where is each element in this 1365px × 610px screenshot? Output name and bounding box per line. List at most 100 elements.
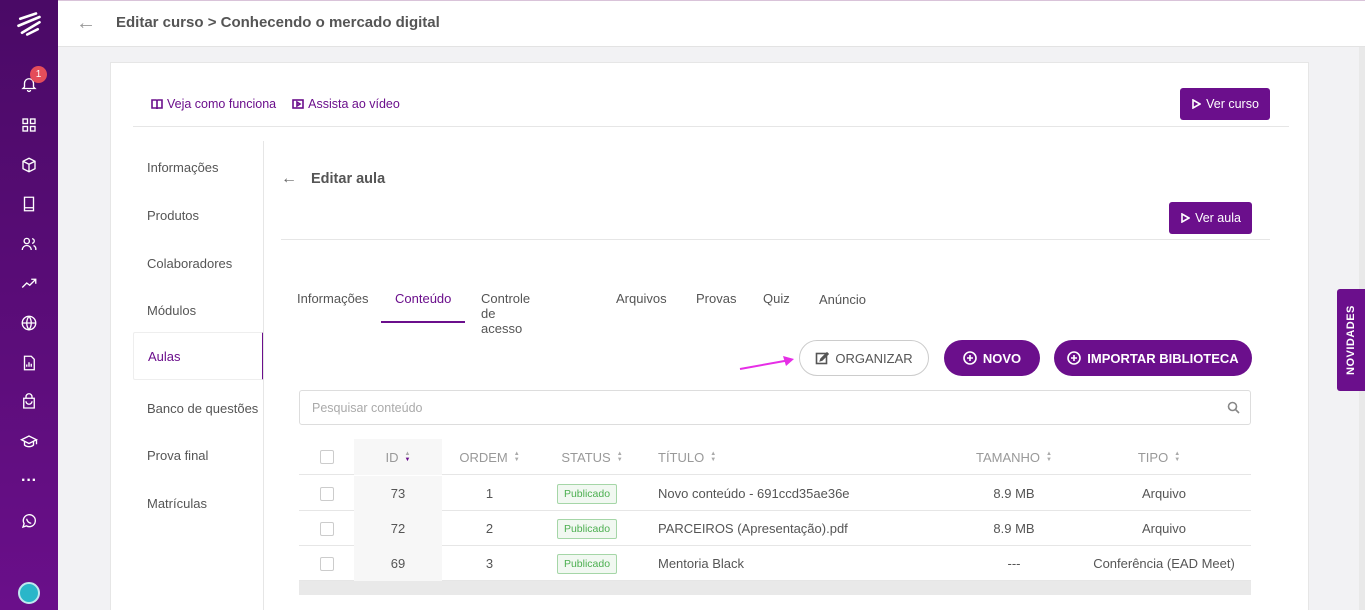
back-arrow-icon[interactable]: ← [76,13,96,33]
status-badge: Publicado [556,518,618,539]
view-lesson-button[interactable]: Ver aula [1169,202,1252,234]
row-checkbox[interactable] [319,556,334,571]
cell-ordem: 2 [485,521,494,536]
col-tamanho-label: TAMANHO [976,449,1041,465]
tab-conteudo[interactable]: Conteúdo [381,285,466,323]
new-button[interactable]: NOVO [944,340,1040,376]
search-box[interactable] [299,390,1251,425]
help-links: Veja como funciona Assista ao vídeo [151,97,400,111]
col-tipo[interactable]: TIPO ▲ ▼ [1079,439,1239,475]
report-icon[interactable] [17,351,41,375]
cell-ordem: 3 [485,556,494,571]
side-item-colaboradores[interactable]: Colaboradores [133,239,264,287]
cell-titulo: Mentoria Black [658,556,744,571]
whatsapp-icon[interactable] [17,509,41,533]
col-id[interactable]: ID ▲ ▼ [354,439,442,475]
cell-id: 73 [354,476,442,511]
side-menu-divider [263,141,264,610]
col-titulo[interactable]: TÍTULO ▲ ▼ [658,439,748,475]
organize-button[interactable]: ORGANIZAR [799,340,929,376]
col-status[interactable]: STATUS ▲ ▼ [537,439,647,475]
cell-tamanho: --- [1007,556,1021,571]
tab-arquivos[interactable]: Arquivos [602,285,681,323]
search-input[interactable] [312,400,1212,415]
table-row[interactable]: 69 3 Publicado Mentoria Black --- Confer… [299,546,1251,581]
play-icon [1181,213,1191,223]
book-icon[interactable] [17,192,41,216]
select-all-cell [299,439,354,475]
cell-tamanho: 8.9 MB [993,486,1035,501]
tab-controle-acesso[interactable]: Controle de acesso [467,285,544,336]
novidades-tab[interactable]: NOVIDADES [1337,289,1365,391]
tab-provas[interactable]: Provas [682,285,750,323]
grid-icon[interactable] [17,113,41,137]
view-course-label: Ver curso [1206,97,1259,111]
side-item-aulas[interactable]: Aulas [133,332,264,380]
play-icon [1192,99,1202,109]
side-item-matriculas[interactable]: Matrículas [133,479,264,527]
sort-icon: ▲ ▼ [513,451,520,463]
profile-avatar[interactable] [18,582,40,604]
logo-icon[interactable] [13,8,45,40]
watch-video-label: Assista ao vídeo [308,97,400,111]
sort-icon: ▲ ▼ [710,451,717,463]
col-tamanho[interactable]: TAMANHO ▲ ▼ [964,439,1064,475]
table-horizontal-scrollbar[interactable] [299,581,1251,595]
globe-icon[interactable] [17,311,41,335]
row-checkbox[interactable] [319,486,334,501]
graduation-icon[interactable] [17,430,41,454]
side-item-modulos[interactable]: Módulos [133,286,264,334]
more-icon[interactable]: ··· [17,469,41,493]
trend-icon[interactable] [17,271,41,295]
side-item-produtos[interactable]: Produtos [133,191,264,239]
cell-tamanho: 8.9 MB [993,521,1035,536]
view-lesson-label: Ver aula [1195,211,1241,225]
cell-tipo: Arquivo [1141,486,1187,501]
tab-anuncio[interactable]: Anúncio [805,285,880,323]
how-it-works-label: Veja como funciona [167,97,277,111]
bag-icon[interactable] [17,390,41,414]
video-icon [292,99,304,109]
cell-tipo: Arquivo [1141,521,1187,536]
sort-icon: ▲ ▼ [1174,451,1181,463]
cell-titulo: Novo conteúdo - 691ccd35ae36e [658,486,850,501]
main-card: Veja como funciona Assista ao vídeo Ver … [110,62,1309,610]
plus-circle-icon [1067,351,1082,365]
lesson-back-arrow-icon[interactable]: ← [281,170,297,188]
select-all-checkbox[interactable] [319,450,334,464]
cube-icon[interactable] [17,153,41,177]
search-icon[interactable] [1227,401,1240,414]
side-item-prova-final[interactable]: Prova final [133,431,264,479]
side-item-informacoes[interactable]: Informações [133,143,264,191]
tab-quiz[interactable]: Quiz [749,285,804,323]
cell-status: Publicado [537,476,637,511]
top-bar: ← Editar curso > Conhecendo o mercado di… [58,0,1365,47]
import-library-button[interactable]: IMPORTAR BIBLIOTECA [1054,340,1252,376]
side-item-banco-questoes[interactable]: Banco de questões [133,384,264,432]
cell-tipo: Conferência (EAD Meet) [1093,556,1235,571]
row-select-cell [299,476,354,511]
users-icon[interactable] [17,232,41,256]
table-row[interactable]: 72 2 Publicado PARCEIROS (Apresentação).… [299,511,1251,546]
tab-informacoes[interactable]: Informações [283,285,383,323]
col-ordem-label: ORDEM [459,449,508,465]
view-course-button[interactable]: Ver curso [1180,88,1270,120]
notification-badge: 1 [30,66,47,83]
divider [281,239,1270,240]
how-it-works-link[interactable]: Veja como funciona [151,97,276,111]
plus-circle-icon [963,351,977,365]
lesson-title: Editar aula [311,171,386,187]
import-library-label: IMPORTAR BIBLIOTECA [1087,350,1239,366]
row-select-cell [299,546,354,581]
col-ordem[interactable]: ORDEM ▲ ▼ [442,439,537,475]
table-row[interactable]: 73 1 Publicado Novo conteúdo - 691ccd35a… [299,476,1251,511]
sort-icon: ▲ ▼ [1046,451,1052,463]
page-title: Editar curso > Conhecendo o mercado digi… [116,14,440,31]
divider [133,126,1289,127]
row-select-cell [299,511,354,546]
watch-video-link[interactable]: Assista ao vídeo [292,97,400,111]
cell-titulo: PARCEIROS (Apresentação).pdf [658,521,848,536]
row-checkbox[interactable] [319,521,334,536]
sort-icon: ▲ ▼ [404,451,411,463]
cell-status: Publicado [537,546,637,581]
